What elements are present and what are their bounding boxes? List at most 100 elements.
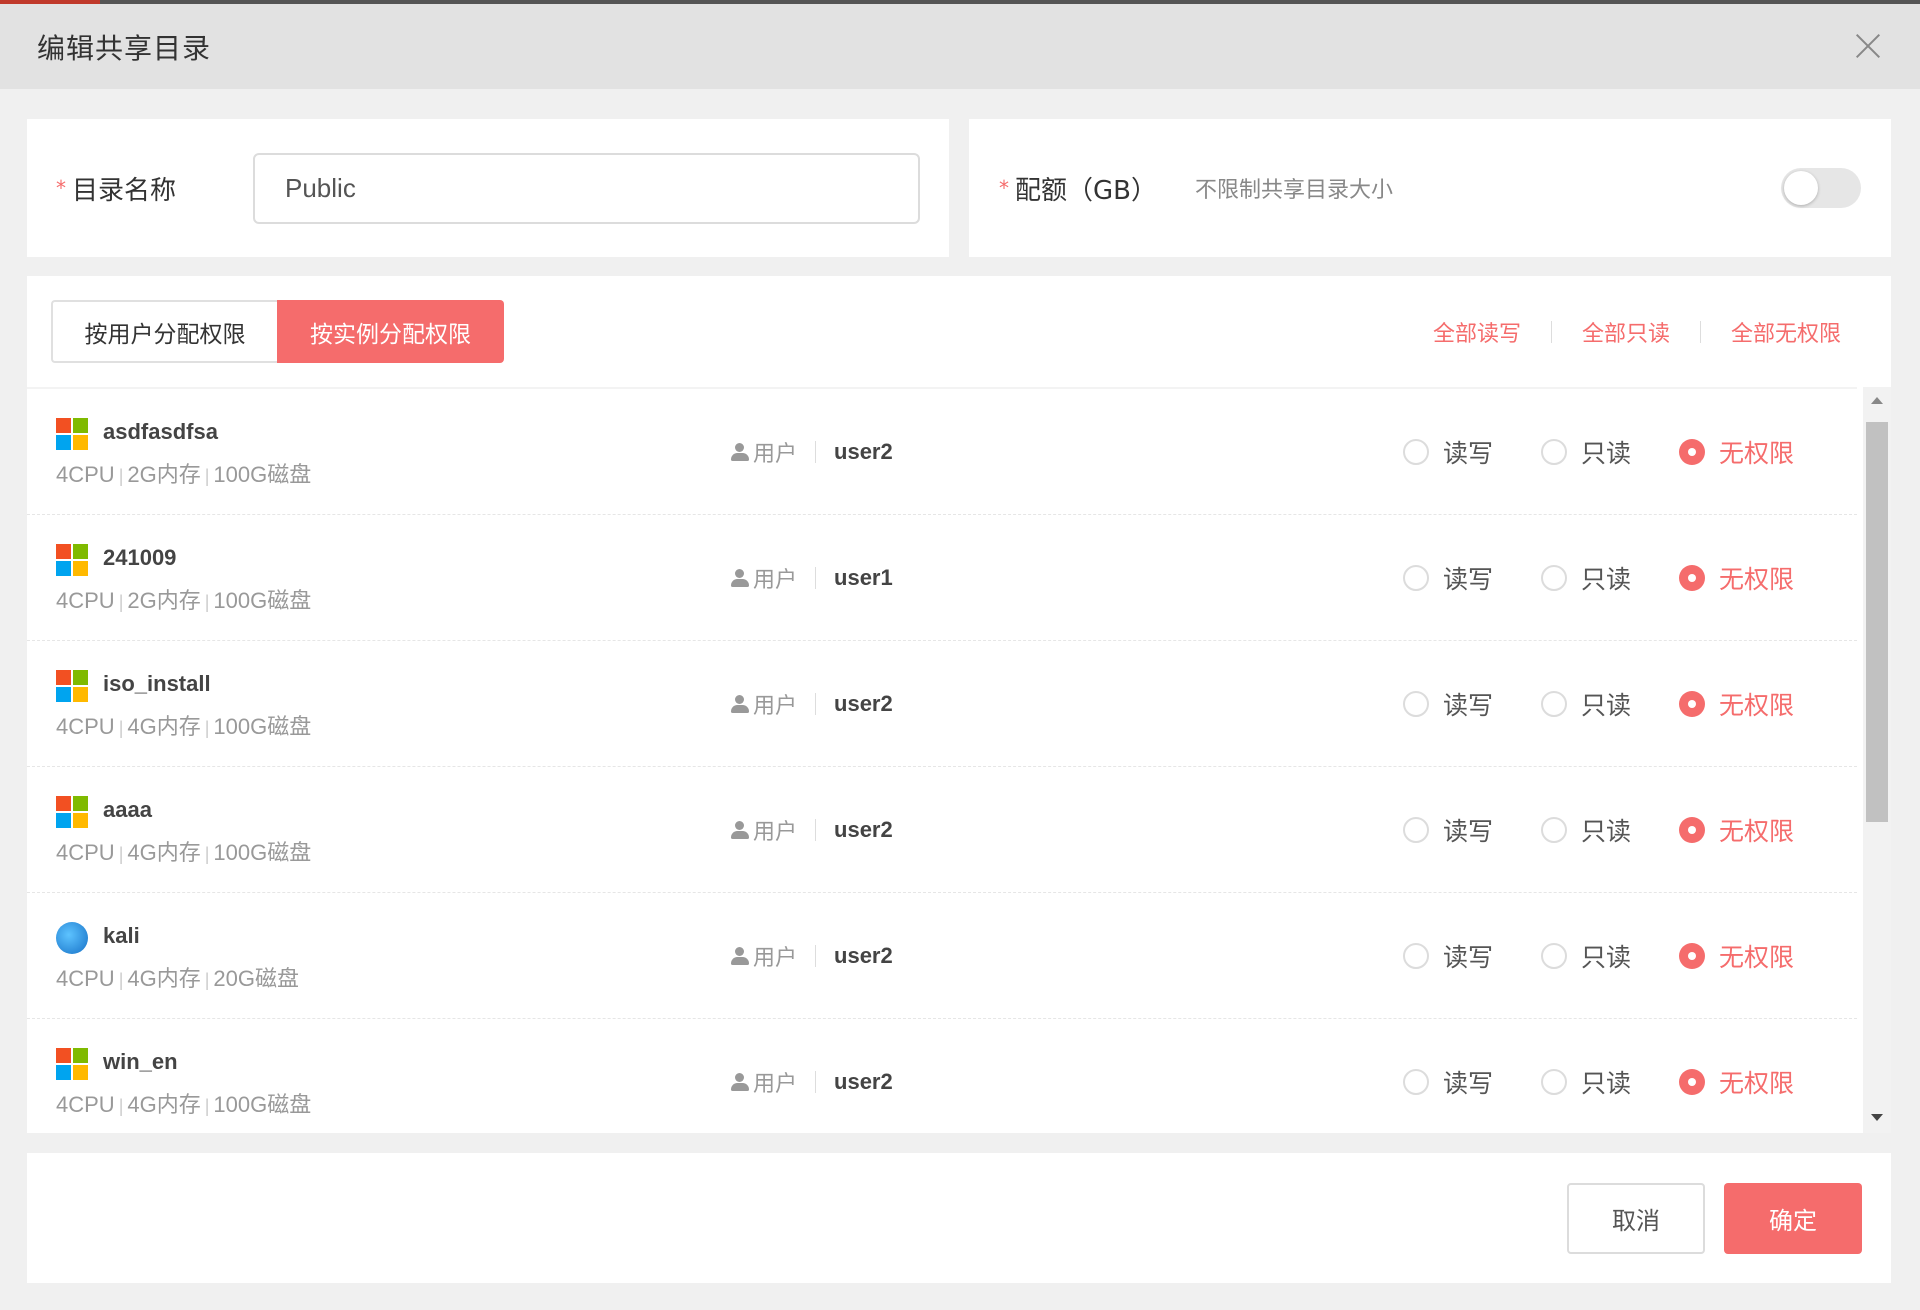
- radio-read-only[interactable]: 只读: [1541, 686, 1631, 722]
- instance-memory: 4G内存: [127, 714, 201, 739]
- radio-no-permission[interactable]: 无权限: [1679, 686, 1794, 722]
- owner-label: 用户: [753, 568, 798, 593]
- radio-circle[interactable]: [1541, 691, 1568, 717]
- dialog-footer: 取消 确定: [27, 1153, 1891, 1283]
- radio-read-write[interactable]: 读写: [1403, 434, 1493, 470]
- instance-name: win_en: [103, 1049, 178, 1074]
- scrollbar[interactable]: [1863, 387, 1891, 1133]
- all-read-write-link[interactable]: 全部读写: [1433, 316, 1521, 348]
- radio-no-permission[interactable]: 无权限: [1679, 1064, 1794, 1100]
- instance-cpu: 4CPU: [56, 1092, 115, 1117]
- all-read-only-link[interactable]: 全部只读: [1582, 316, 1670, 348]
- radio-read-only[interactable]: 只读: [1541, 938, 1631, 974]
- radio-read-only[interactable]: 只读: [1541, 434, 1631, 470]
- quota-hint: 不限制共享目录大小: [1195, 178, 1394, 203]
- radio-read-write[interactable]: 读写: [1403, 686, 1493, 722]
- radio-circle[interactable]: [1679, 565, 1706, 591]
- radio-circle[interactable]: [1541, 439, 1568, 465]
- scroll-up-arrow-icon[interactable]: [1871, 397, 1883, 404]
- permission-mode-tabs: 按用户分配权限 按实例分配权限: [51, 300, 504, 363]
- owner-name: user2: [834, 439, 893, 464]
- instance-specs: 4CPU | 4G内存 | 100G磁盘: [56, 1087, 311, 1119]
- directory-name-label: * 目录名称: [56, 119, 176, 257]
- instance-name: iso_install: [103, 671, 211, 696]
- instance-specs: 4CPU | 4G内存 | 20G磁盘: [56, 961, 299, 993]
- radio-circle[interactable]: [1679, 943, 1706, 969]
- radio-label: 读写: [1443, 1069, 1494, 1098]
- scroll-down-arrow-icon[interactable]: [1871, 1114, 1883, 1121]
- radio-circle[interactable]: [1541, 1069, 1568, 1095]
- radio-circle[interactable]: [1541, 565, 1568, 591]
- tab-by-user[interactable]: 按用户分配权限: [51, 300, 277, 363]
- toggle-knob: [1784, 171, 1818, 205]
- radio-no-permission[interactable]: 无权限: [1679, 560, 1794, 596]
- radio-read-write[interactable]: 读写: [1403, 938, 1493, 974]
- unlimited-quota-toggle[interactable]: [1781, 168, 1861, 208]
- radio-circle[interactable]: [1403, 817, 1429, 843]
- instance-row: aaaa 4CPU | 4G内存 | 100G磁盘 用户 user2 读写 只读 无权限: [27, 767, 1857, 893]
- spec-separator: |: [204, 1096, 210, 1116]
- all-no-permission-link[interactable]: 全部无权限: [1731, 316, 1841, 348]
- user-icon: [731, 568, 749, 588]
- permission-radio-group: 读写 只读 无权限: [1403, 515, 1794, 641]
- windows-icon: [56, 418, 88, 450]
- tab-by-instance[interactable]: 按实例分配权限: [277, 300, 504, 363]
- instance-memory: 4G内存: [127, 1092, 201, 1117]
- radio-no-permission[interactable]: 无权限: [1679, 434, 1794, 470]
- radio-read-write[interactable]: 读写: [1403, 1064, 1493, 1100]
- instance-name: 241009: [103, 545, 177, 570]
- directory-name-label-text: 目录名称: [72, 175, 177, 206]
- directory-name-input[interactable]: [253, 153, 920, 224]
- windows-icon: [56, 544, 88, 576]
- radio-label: 无权限: [1719, 691, 1795, 720]
- radio-label: 只读: [1581, 439, 1632, 468]
- quota-label-text: 配额（GB）: [1015, 175, 1157, 206]
- scroll-thumb[interactable]: [1866, 422, 1888, 822]
- instance-specs: 4CPU | 2G内存 | 100G磁盘: [56, 457, 311, 489]
- radio-circle[interactable]: [1541, 943, 1568, 969]
- radio-circle[interactable]: [1403, 565, 1429, 591]
- radio-circle[interactable]: [1679, 439, 1706, 465]
- radio-no-permission[interactable]: 无权限: [1679, 812, 1794, 848]
- radio-circle[interactable]: [1403, 439, 1429, 465]
- radio-circle[interactable]: [1679, 691, 1706, 717]
- instance-memory: 4G内存: [127, 840, 201, 865]
- instance-specs: 4CPU | 4G内存 | 100G磁盘: [56, 835, 311, 867]
- radio-label: 只读: [1581, 691, 1632, 720]
- instance-disk: 20G磁盘: [213, 966, 300, 991]
- radio-read-only[interactable]: 只读: [1541, 812, 1631, 848]
- radio-circle[interactable]: [1403, 1069, 1429, 1095]
- radio-circle[interactable]: [1403, 943, 1429, 969]
- permission-radio-group: 读写 只读 无权限: [1403, 389, 1794, 515]
- radio-label: 无权限: [1719, 943, 1795, 972]
- instance-row: win_en 4CPU | 4G内存 | 100G磁盘 用户 user2 读写 只读 无…: [27, 1019, 1857, 1133]
- radio-circle[interactable]: [1679, 1069, 1706, 1095]
- close-icon[interactable]: [1854, 32, 1882, 60]
- instance-disk: 100G磁盘: [213, 588, 312, 613]
- spec-separator: |: [204, 970, 210, 990]
- spec-separator: |: [204, 718, 210, 738]
- spec-separator: |: [204, 844, 210, 864]
- divider: [815, 693, 817, 715]
- radio-circle[interactable]: [1679, 817, 1706, 843]
- quota-section: * 配额（GB） 不限制共享目录大小: [969, 119, 1891, 257]
- radio-read-write[interactable]: 读写: [1403, 560, 1493, 596]
- user-icon: [731, 442, 749, 462]
- owner-name: user1: [834, 565, 893, 590]
- confirm-button[interactable]: 确定: [1724, 1183, 1862, 1254]
- instance-owner: 用户 user2: [731, 389, 893, 515]
- instance-row: iso_install 4CPU | 4G内存 | 100G磁盘 用户 user2 读写…: [27, 641, 1857, 767]
- cancel-button[interactable]: 取消: [1567, 1183, 1705, 1254]
- instance-row: kali 4CPU | 4G内存 | 20G磁盘 用户 user2 读写 只读 无权限: [27, 893, 1857, 1019]
- spec-separator: |: [118, 718, 124, 738]
- instance-memory: 2G内存: [127, 588, 201, 613]
- radio-read-only[interactable]: 只读: [1541, 560, 1631, 596]
- radio-circle[interactable]: [1403, 691, 1429, 717]
- owner-label: 用户: [753, 442, 798, 467]
- divider: [815, 819, 817, 841]
- radio-circle[interactable]: [1541, 817, 1568, 843]
- radio-read-write[interactable]: 读写: [1403, 812, 1493, 848]
- instance-name: aaaa: [103, 797, 152, 822]
- radio-no-permission[interactable]: 无权限: [1679, 938, 1794, 974]
- radio-read-only[interactable]: 只读: [1541, 1064, 1631, 1100]
